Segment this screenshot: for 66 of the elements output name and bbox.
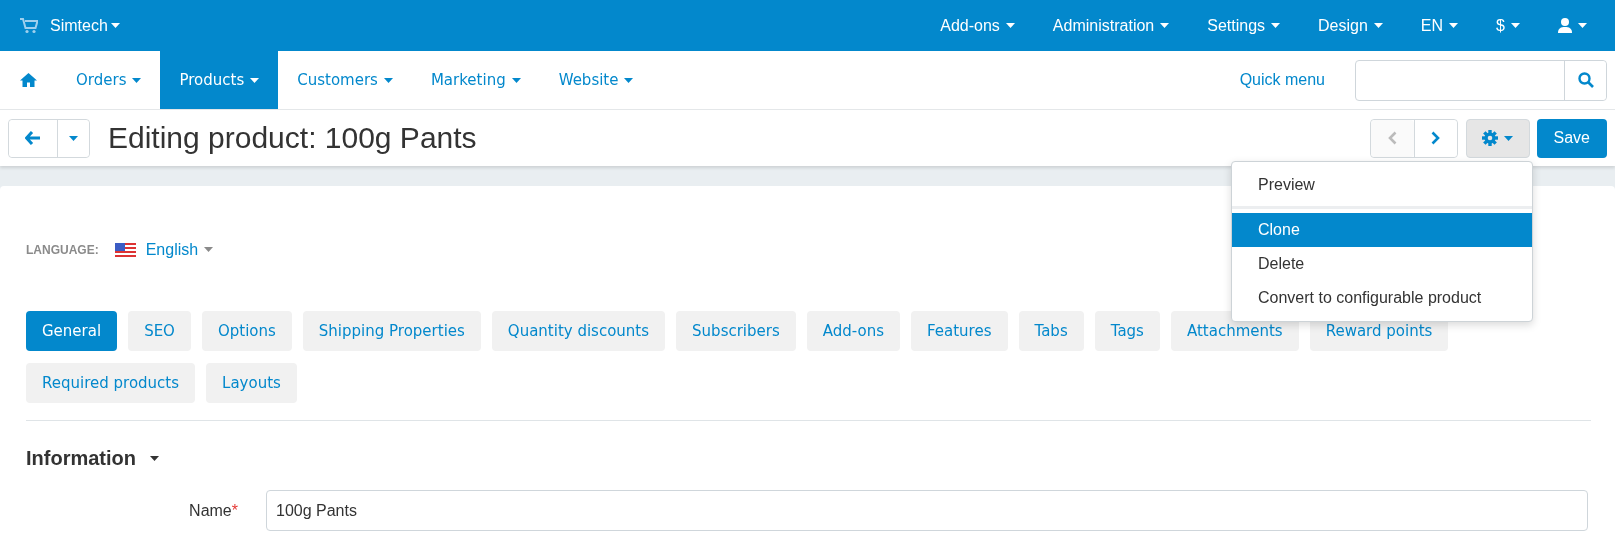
tab[interactable]: General [26,311,118,351]
caret-icon [1005,23,1015,28]
tab[interactable]: Quantity discounts [491,311,666,351]
store-menu[interactable]: Simtech [50,16,120,35]
top-menu-item[interactable]: $ [1496,16,1520,35]
tab[interactable]: Shipping Properties [302,311,481,351]
required-mark: * [231,501,238,519]
top-menu-item[interactable]: Add-ons [940,16,1015,35]
top-menu-item[interactable]: Settings [1207,16,1281,35]
language-selector[interactable]: English [145,240,214,259]
menu-item[interactable]: Preview [1232,168,1532,202]
user-icon [1558,18,1572,33]
settings-icon [1482,130,1499,146]
tab[interactable]: Required products [26,363,196,403]
search-button[interactable] [1564,60,1606,100]
tab[interactable]: Features [911,311,1008,351]
tab[interactable]: Options [201,311,292,351]
user-menu[interactable] [1558,18,1587,33]
arrow-left-icon [25,131,41,145]
name-field[interactable]: 100g Pants [266,490,1588,531]
tab[interactable]: SEO [128,311,191,351]
cart-icon[interactable] [20,17,38,34]
search-field[interactable] [1355,59,1607,101]
tab[interactable]: Tabs [1018,311,1084,351]
nav-tab[interactable]: Customers [278,51,412,109]
caret-icon [1578,23,1587,28]
tab[interactable]: Layouts [206,363,297,403]
settings-button[interactable] [1465,118,1530,158]
top-menu-item[interactable]: Design [1318,16,1383,35]
tab[interactable]: Tags [1094,311,1160,351]
caret-icon [383,77,393,83]
caret-icon [132,77,142,83]
caret-icon [150,456,159,461]
field-label: Name* [188,501,239,520]
home-icon[interactable] [20,73,37,87]
chevron-right-icon [1431,131,1441,145]
caret-icon [204,247,214,252]
menu-item[interactable]: Delete [1232,247,1532,281]
caret-icon [1449,23,1459,28]
caret-icon [1373,23,1383,28]
tab[interactable]: Add-ons [806,311,900,351]
nav-tab[interactable]: Products [160,51,279,109]
quick-menu-link[interactable]: Quick menu [1239,51,1325,109]
caret-icon [1271,23,1281,28]
caret-icon [69,135,78,141]
caret-icon [1160,23,1170,28]
flag-icon [114,242,136,257]
caret-icon [624,77,634,83]
language-label: LANGUAGE: [26,242,99,257]
top-menu-item[interactable]: Administration [1052,16,1170,35]
caret-icon [250,77,260,83]
save-button[interactable]: Save [1536,118,1607,158]
caret-icon [1511,23,1520,28]
caret-icon [511,77,521,83]
chevron-left-icon [1387,131,1397,145]
nav-tab[interactable]: Marketing [411,51,540,109]
nav-tab[interactable]: Orders [57,51,161,109]
nav-tab[interactable]: Website [539,51,653,109]
top-menu-item[interactable]: EN [1420,16,1459,35]
search-icon [1577,72,1594,88]
caret-icon [110,23,120,28]
tab[interactable]: Subscribers [676,311,796,351]
page-title: Editing product: 100g Pants [108,121,477,155]
menu-item[interactable]: Clone [1232,213,1532,247]
caret-icon [1504,135,1514,141]
section-title: Information [26,447,136,470]
